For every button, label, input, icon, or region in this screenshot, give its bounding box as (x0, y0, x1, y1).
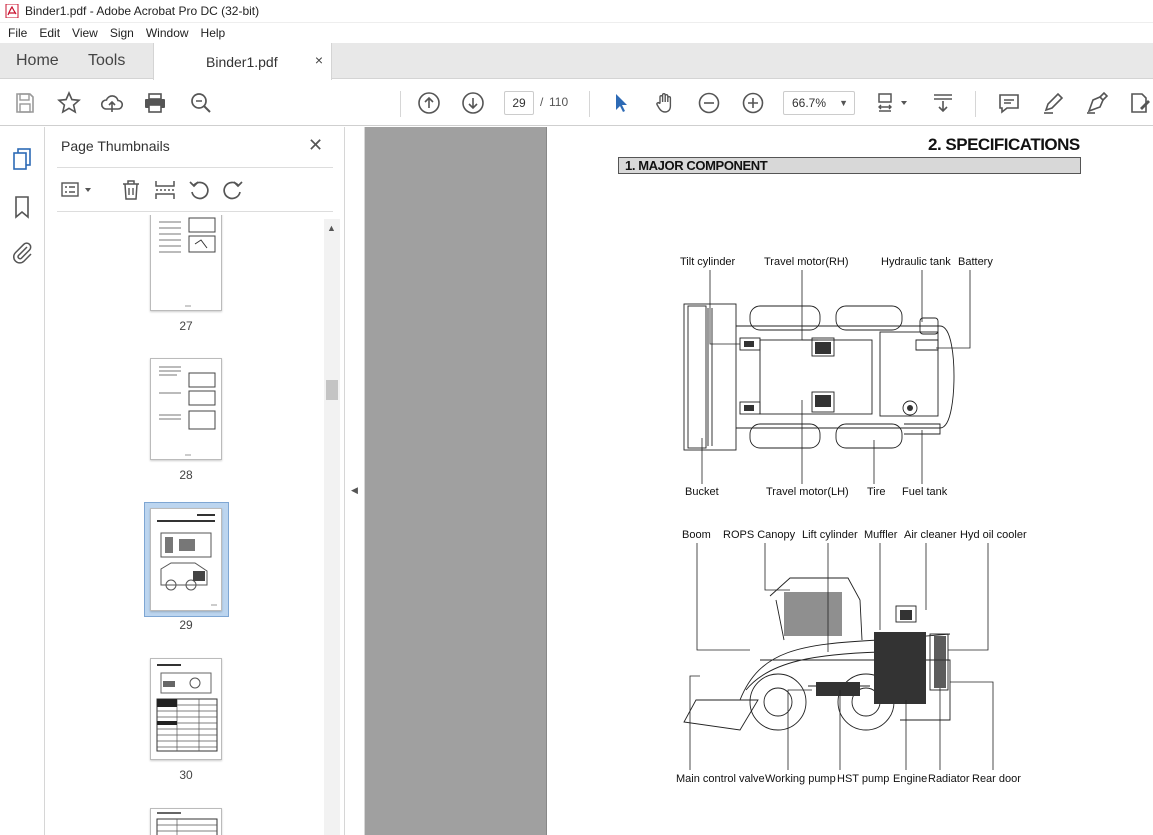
panel-splitter[interactable]: ◀ (345, 127, 365, 835)
menu-window[interactable]: Window (140, 26, 195, 40)
rotate-right-icon[interactable] (221, 178, 245, 202)
upload-cloud-icon[interactable] (100, 91, 124, 115)
tab-tools[interactable]: Tools (88, 43, 125, 79)
print-icon[interactable] (143, 91, 167, 115)
window-title: Binder1.pdf - Adobe Acrobat Pro DC (32-b… (25, 4, 260, 18)
component-diagram (683, 270, 994, 770)
label-travel-motor-lh: Travel motor(LH) (766, 486, 849, 498)
zoom-value: 66.7% (792, 96, 827, 110)
menu-file[interactable]: File (2, 26, 33, 40)
label-radiator: Radiator (928, 773, 970, 785)
tab-document[interactable]: Binder1.pdf × (153, 43, 332, 80)
page-thumbnails-icon[interactable] (10, 147, 34, 171)
label-air-cleaner: Air cleaner (904, 529, 957, 541)
label-battery: Battery (958, 256, 993, 268)
acrobat-icon (5, 4, 19, 18)
zoom-search-icon[interactable] (189, 91, 213, 115)
thumbnail-label: 28 (179, 468, 193, 482)
thumbnail-preview (159, 366, 216, 456)
thumbnail-label: 30 (179, 768, 193, 782)
attachment-icon[interactable] (10, 240, 34, 264)
label-boom: Boom (682, 529, 711, 541)
sign-pen-icon[interactable] (1085, 91, 1109, 115)
thumbnail-preview (157, 514, 217, 606)
page-fit-icon[interactable] (875, 91, 909, 115)
panel-divider (57, 211, 333, 212)
select-cursor-icon[interactable] (609, 91, 633, 115)
label-rops-canopy: ROPS Canopy (723, 529, 796, 541)
document-canvas (365, 127, 546, 835)
thumbnail-scrollbar[interactable]: ▲ (324, 219, 340, 835)
thumbnail-options-icon[interactable] (59, 178, 95, 202)
label-travel-motor-rh: Travel motor(RH) (764, 256, 849, 268)
toolbar-divider (400, 91, 401, 117)
label-tire: Tire (867, 486, 886, 498)
toolbar-divider (589, 91, 590, 117)
collapse-panel-icon[interactable]: ◀ (351, 485, 358, 496)
menu-bar: File Edit View Sign Window Help (0, 23, 1153, 43)
thumbnail-preview (156, 664, 218, 752)
hand-tool-icon[interactable] (653, 91, 677, 115)
menu-help[interactable]: Help (195, 26, 232, 40)
scrollbar-thumb[interactable] (326, 380, 338, 400)
zoom-select[interactable]: 66.7% ▼ (783, 91, 855, 115)
star-icon[interactable] (57, 91, 81, 115)
thumbnail-page-27[interactable] (150, 215, 222, 311)
next-page-icon[interactable] (461, 91, 485, 115)
thumbnail-preview (159, 217, 216, 307)
menu-sign[interactable]: Sign (104, 26, 140, 40)
total-pages: 110 (549, 95, 569, 109)
tab-home[interactable]: Home (16, 43, 59, 79)
thumbnail-preview (156, 812, 218, 835)
menu-edit[interactable]: Edit (33, 26, 66, 40)
insert-page-icon[interactable] (153, 178, 177, 202)
save-icon[interactable] (13, 91, 37, 115)
label-main-control-valve: Main control valve (676, 773, 765, 785)
toolbar (0, 80, 1153, 126)
label-working-pump: Working pump (765, 773, 836, 785)
delete-page-icon[interactable] (119, 178, 143, 202)
tab-bar: Home Tools Binder1.pdf × (0, 43, 1153, 80)
comment-icon[interactable] (997, 91, 1021, 115)
close-panel-button[interactable]: ✕ (308, 135, 323, 156)
page-separator: / (540, 95, 544, 109)
label-bucket: Bucket (685, 486, 719, 498)
thumbnail-label: 27 (179, 319, 193, 333)
label-hst-pump: HST pump (837, 773, 890, 785)
document-tab-label: Binder1.pdf (206, 54, 278, 70)
thumbnails-panel: Page Thumbnails ✕ 27 28 29 30 (45, 127, 345, 835)
bookmark-icon[interactable] (10, 195, 34, 219)
zoom-in-icon[interactable] (741, 91, 765, 115)
label-hyd-oil-cooler: Hyd oil cooler (960, 529, 1027, 541)
zoom-out-icon[interactable] (697, 91, 721, 115)
previous-page-icon[interactable] (417, 91, 441, 115)
close-tab-button[interactable]: × (315, 52, 323, 68)
thumbnail-page-28[interactable] (150, 358, 222, 460)
label-lift-cylinder: Lift cylinder (802, 529, 858, 541)
panel-title: Page Thumbnails (61, 138, 170, 154)
page-number-input[interactable]: 29 (504, 91, 534, 115)
chevron-down-icon: ▼ (839, 98, 848, 108)
rotate-left-icon[interactable] (187, 178, 211, 202)
scroll-up-icon[interactable]: ▲ (327, 223, 336, 233)
title-bar: Binder1.pdf - Adobe Acrobat Pro DC (32-b… (0, 0, 1153, 23)
toolbar-divider (975, 91, 976, 117)
thumbnail-page-31[interactable] (150, 808, 222, 835)
highlight-pen-icon[interactable] (1041, 91, 1065, 115)
thumbnail-list: 27 28 29 30 (45, 215, 325, 835)
label-hydraulic-tank: Hydraulic tank (881, 256, 951, 268)
label-engine: Engine (893, 773, 928, 785)
navigation-rail (0, 127, 45, 835)
menu-view[interactable]: View (66, 26, 104, 40)
label-fuel-tank: Fuel tank (902, 486, 948, 498)
thumbnail-page-30[interactable] (150, 658, 222, 760)
label-rear-door: Rear door (972, 773, 1021, 785)
thumbnail-page-29[interactable] (150, 508, 222, 611)
scroll-mode-icon[interactable] (931, 91, 955, 115)
label-muffler: Muffler (864, 529, 898, 541)
edit-pdf-icon[interactable] (1128, 91, 1152, 115)
panel-divider (57, 167, 333, 168)
thumbnail-label: 29 (179, 618, 193, 632)
label-tilt-cylinder: Tilt cylinder (680, 256, 736, 268)
